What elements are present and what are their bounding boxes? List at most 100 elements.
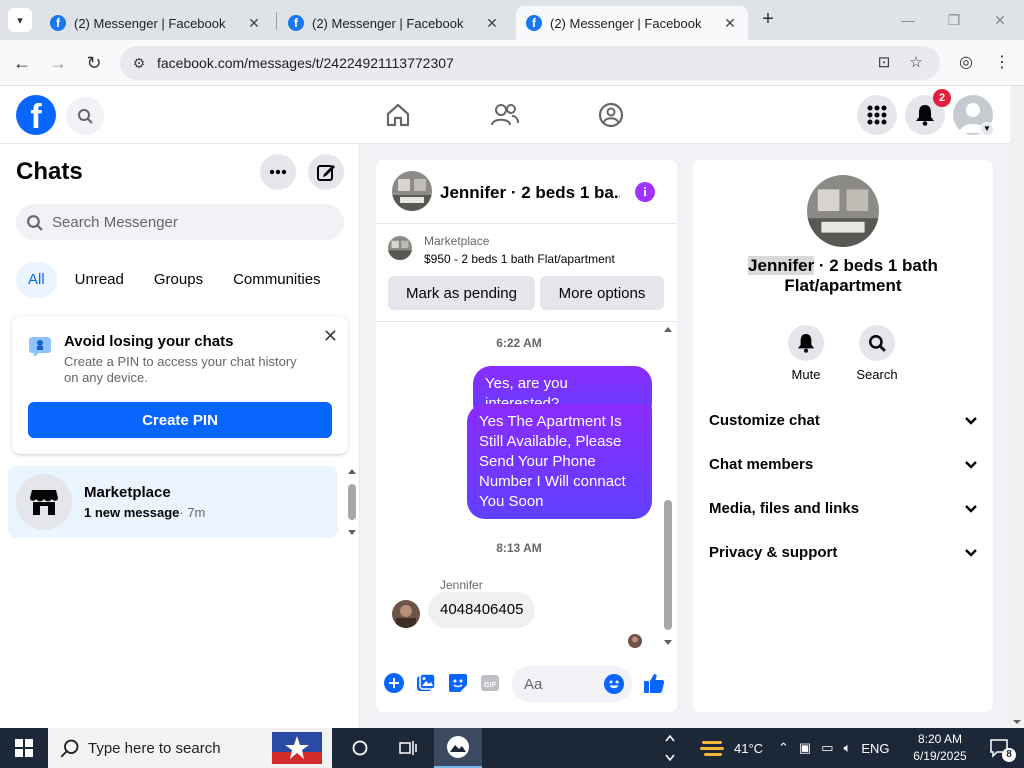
chevron-down-icon xyxy=(965,505,977,513)
restore-button[interactable]: ❐ xyxy=(940,8,968,32)
taskbar-scroll-arrows[interactable] xyxy=(660,728,680,768)
forward-button[interactable]: → xyxy=(45,50,71,76)
start-button[interactable] xyxy=(0,728,48,768)
close-icon[interactable]: ✕ xyxy=(323,326,338,347)
nav-friends[interactable] xyxy=(490,100,520,130)
clock-date: 6/19/2025 xyxy=(913,749,967,763)
messenger-search[interactable] xyxy=(16,204,344,240)
nav-groups[interactable] xyxy=(596,100,626,130)
filter-unread[interactable]: Unread xyxy=(63,262,136,298)
chat-name-highlight: Jennifer xyxy=(748,256,815,275)
search-action[interactable]: Search xyxy=(847,325,907,382)
network-icon[interactable]: ▭ xyxy=(821,740,833,756)
search-icon xyxy=(869,335,886,352)
attach-photo-button[interactable] xyxy=(415,672,437,694)
chat-thread-marketplace[interactable]: Marketplace 1 new message· 7m xyxy=(8,466,338,538)
browser-tab-1[interactable]: f (2) Messenger | Facebook ✕ xyxy=(40,6,272,40)
close-window-button[interactable]: ✕ xyxy=(986,8,1014,32)
sticker-icon xyxy=(449,674,467,692)
more-options-button[interactable]: More options xyxy=(540,276,664,310)
taskbar-app-browser[interactable] xyxy=(434,728,482,768)
incoming-message[interactable]: 4048406405 xyxy=(428,592,536,628)
task-view-button[interactable] xyxy=(386,728,430,768)
weather-widget[interactable]: 41°C xyxy=(700,728,763,768)
search-in-chat-button[interactable] xyxy=(859,325,895,361)
meet-now-icon[interactable]: ▣ xyxy=(799,740,811,756)
bookmark-star-icon[interactable]: ☆ xyxy=(906,53,926,73)
browser-tab-3-active[interactable]: f (2) Messenger | Facebook ✕ xyxy=(516,6,748,40)
filter-groups[interactable]: Groups xyxy=(142,262,215,298)
back-button[interactable]: ← xyxy=(9,50,35,76)
message-composer: GIF xyxy=(376,660,677,708)
tab-search-menu-button[interactable]: ▾ xyxy=(8,8,32,32)
install-app-icon[interactable]: ⊡ xyxy=(874,53,894,73)
page-scrollbar[interactable] xyxy=(1010,86,1024,728)
more-actions-button[interactable] xyxy=(383,672,405,694)
create-pin-button[interactable]: Create PIN xyxy=(28,402,332,438)
listing-title[interactable]: $950 - 2 beds 1 bath Flat/apartment xyxy=(424,252,615,266)
info-icon[interactable]: i xyxy=(635,182,655,202)
like-button[interactable] xyxy=(643,672,665,694)
jennifer-avatar[interactable] xyxy=(392,600,420,628)
listing-thumbnail[interactable] xyxy=(392,171,432,211)
mute-button[interactable] xyxy=(788,325,824,361)
new-tab-button[interactable]: + xyxy=(756,8,780,32)
clock[interactable]: 8:20 AM 6/19/2025 xyxy=(908,731,972,765)
new-message-button[interactable] xyxy=(308,154,344,190)
browser-tab-2[interactable]: f (2) Messenger | Facebook ✕ xyxy=(278,6,510,40)
mark-as-pending-button[interactable]: Mark as pending xyxy=(388,276,535,310)
language-indicator[interactable]: ENG xyxy=(861,741,889,756)
nav-home[interactable] xyxy=(383,100,413,130)
section-label: Media, files and links xyxy=(709,500,860,517)
address-bar[interactable]: ⚙ facebook.com/messages/t/24224921113772… xyxy=(120,46,940,80)
facebook-favicon-icon: f xyxy=(288,15,304,31)
facebook-favicon-icon: f xyxy=(526,15,542,31)
tab-close-icon[interactable]: ✕ xyxy=(246,15,262,32)
message-input-box[interactable] xyxy=(512,666,632,702)
marketplace-label: Marketplace xyxy=(424,234,490,248)
filter-communities[interactable]: Communities xyxy=(221,262,333,298)
pin-card-body: Create a PIN to access your chat history… xyxy=(64,354,297,385)
action-center-button[interactable]: 8 xyxy=(978,728,1022,768)
tab-close-icon[interactable]: ✕ xyxy=(722,15,738,32)
chat-options-button[interactable] xyxy=(260,154,296,190)
minimize-button[interactable]: — xyxy=(894,8,922,32)
chevron-up-icon[interactable]: ⌃ xyxy=(778,740,789,756)
chevron-down-icon[interactable]: ▼ xyxy=(980,122,994,136)
conversation-title[interactable]: Jennifer · 2 beds 1 ba... xyxy=(440,183,620,203)
mute-action[interactable]: Mute xyxy=(776,325,836,382)
filter-all[interactable]: All xyxy=(16,262,57,298)
notifications-button[interactable]: 2 xyxy=(905,89,951,135)
tab-close-icon[interactable]: ✕ xyxy=(484,15,500,32)
reload-button[interactable]: ↻ xyxy=(81,50,107,76)
menu-button[interactable] xyxy=(857,95,897,135)
url-text[interactable]: facebook.com/messages/t/2422492111377230… xyxy=(157,55,454,71)
chevron-down-icon xyxy=(965,549,977,557)
gif-button[interactable]: GIF xyxy=(479,672,501,694)
browser-app-icon xyxy=(447,736,469,758)
volume-icon[interactable]: 🔈︎ xyxy=(844,740,852,756)
browser-menu-icon[interactable]: ⋮ xyxy=(989,50,1015,76)
section-customize-chat[interactable]: Customize chat xyxy=(709,401,979,441)
friends-icon xyxy=(491,104,519,126)
search-input[interactable] xyxy=(52,204,332,240)
section-chat-members[interactable]: Chat members xyxy=(709,445,979,485)
site-info-icon[interactable]: ⚙ xyxy=(130,54,148,72)
cortana-button[interactable] xyxy=(338,728,382,768)
browser-profile-icon[interactable]: ◎ xyxy=(953,50,979,76)
outgoing-message[interactable]: Yes The Apartment Is Still Available, Pl… xyxy=(467,404,652,519)
thread-preview: 1 new message· 7m xyxy=(84,505,205,520)
flag-widget-icon[interactable] xyxy=(272,732,322,764)
message-input[interactable] xyxy=(524,666,604,702)
sticker-button[interactable] xyxy=(447,672,469,694)
facebook-logo[interactable]: f xyxy=(16,95,56,136)
message-scrollbar[interactable] xyxy=(663,322,673,654)
facebook-search-button[interactable] xyxy=(66,97,104,135)
chat-list-scrollbar[interactable] xyxy=(346,468,358,536)
listing-photo[interactable] xyxy=(807,175,879,247)
section-media-files-links[interactable]: Media, files and links xyxy=(709,489,979,529)
message-list: 6:22 AM Yes, are you interested? Yes The… xyxy=(376,322,677,654)
section-privacy-support[interactable]: Privacy & support xyxy=(709,533,979,573)
emoji-icon[interactable] xyxy=(604,674,624,694)
timestamp: 6:22 AM xyxy=(496,336,542,350)
